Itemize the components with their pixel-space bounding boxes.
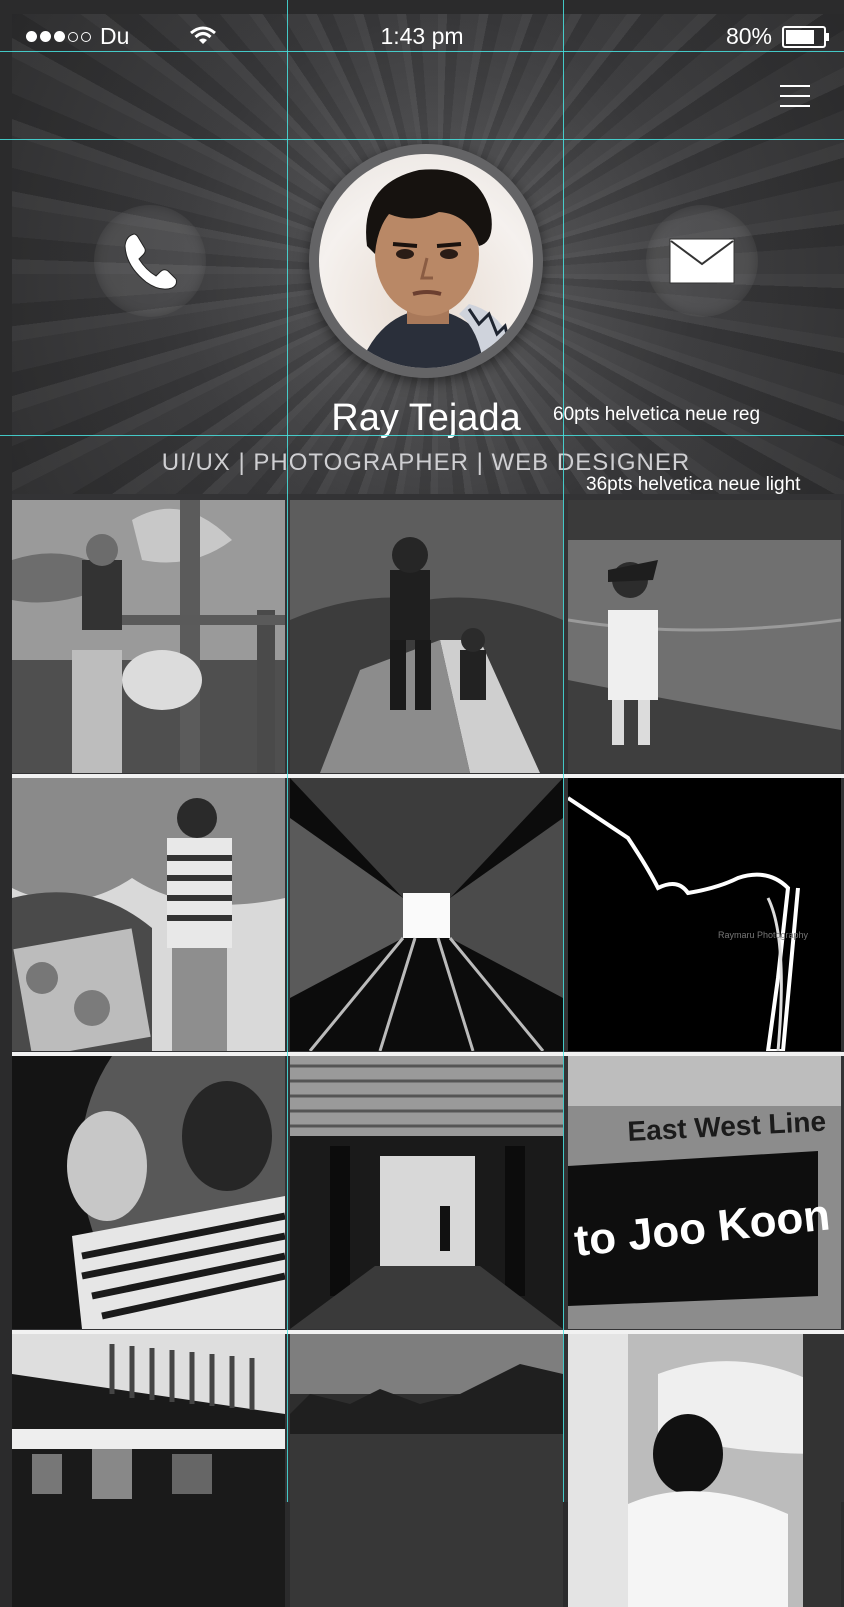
hamburger-icon — [780, 105, 810, 107]
photo-tile[interactable]: East West Line to Joo Koon 2 → — [568, 1056, 841, 1329]
hamburger-icon — [780, 95, 810, 97]
photo-tile[interactable] — [290, 778, 563, 1051]
call-button[interactable] — [94, 205, 206, 317]
battery-indicator: 80% — [725, 23, 829, 50]
guide-line — [563, 0, 564, 1502]
guide-line — [0, 51, 844, 52]
photo-tile[interactable] — [12, 778, 285, 1051]
photo-tile[interactable] — [12, 1334, 285, 1607]
photo-tile[interactable] — [12, 1056, 285, 1329]
photo-tile[interactable] — [290, 1056, 563, 1329]
phone-icon — [124, 233, 177, 290]
battery-percent: 80% — [725, 23, 772, 49]
name-annotation: 60pts helvetica neue reg — [553, 404, 761, 425]
mail-button[interactable] — [646, 205, 758, 317]
photo-tile[interactable] — [290, 500, 563, 773]
photo-tile[interactable]: Raymaru Photography — [568, 778, 841, 1051]
avatar — [319, 154, 533, 368]
menu-button[interactable] — [780, 85, 810, 109]
profile-avatar-ring[interactable] — [309, 144, 543, 378]
battery-icon — [782, 25, 829, 48]
guide-line — [287, 0, 288, 1502]
battery-fill — [786, 29, 814, 44]
photo-tile[interactable] — [568, 500, 841, 773]
hamburger-icon — [780, 85, 810, 87]
photo-tile[interactable] — [568, 1334, 841, 1607]
profile-tagline: UI/UX | PHOTOGRAPHER | WEB DESIGNER — [161, 449, 691, 476]
watermark-text: Raymaru Photography — [718, 930, 809, 940]
tagline-annotation: 36pts helvetica neue light — [586, 474, 801, 495]
guide-line — [0, 139, 844, 140]
status-time: 1:43 pm — [380, 23, 464, 49]
guide-line — [0, 435, 844, 436]
envelope-icon — [669, 238, 735, 284]
photo-tile[interactable] — [290, 1334, 563, 1607]
photo-tile[interactable] — [12, 500, 285, 773]
